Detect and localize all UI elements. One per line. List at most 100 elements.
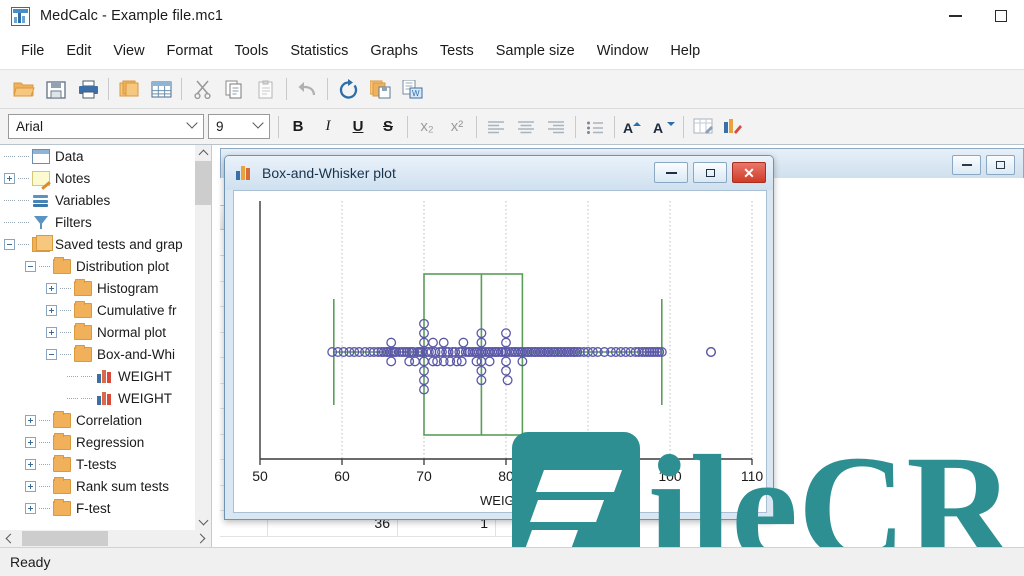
- align-left-icon[interactable]: [481, 113, 511, 141]
- open-folder-button[interactable]: [8, 74, 40, 104]
- save-button[interactable]: [40, 74, 72, 104]
- collapse-toggle[interactable]: [25, 260, 36, 272]
- menu-item-help[interactable]: Help: [659, 39, 711, 63]
- tree-item[interactable]: Cumulative fr: [0, 299, 196, 321]
- tree-item[interactable]: Data: [0, 145, 196, 167]
- refresh-button[interactable]: [332, 74, 364, 104]
- decrease-font-icon[interactable]: A: [649, 113, 679, 141]
- collapse-toggle[interactable]: [4, 238, 15, 250]
- menu-item-edit[interactable]: Edit: [55, 39, 102, 63]
- table-format-icon[interactable]: [688, 113, 718, 141]
- sidebar-vertical-scrollbar[interactable]: [195, 145, 211, 530]
- font-family-select[interactable]: Arial: [8, 114, 204, 139]
- expand-toggle[interactable]: [4, 172, 15, 184]
- tree-item[interactable]: Notes: [0, 167, 196, 189]
- menu-item-statistics[interactable]: Statistics: [279, 39, 359, 63]
- print-button[interactable]: [72, 74, 104, 104]
- menu-item-sample-size[interactable]: Sample size: [485, 39, 586, 63]
- scroll-up-button[interactable]: [195, 145, 211, 161]
- increase-font-icon[interactable]: A: [619, 113, 649, 141]
- tree-item[interactable]: Filters: [0, 211, 196, 233]
- menu-item-file[interactable]: File: [10, 39, 55, 63]
- tree-item[interactable]: Box-and-Whi: [0, 343, 196, 365]
- tree-item[interactable]: Rank sum tests: [0, 475, 196, 497]
- subscript-button[interactable]: x₂: [412, 113, 442, 141]
- tree-item[interactable]: WEIGHT: [0, 365, 196, 387]
- font-size-select[interactable]: 9: [208, 114, 270, 139]
- saved-items-tree[interactable]: Data Notes Variables Filters Saved tests and…: [0, 145, 196, 519]
- tree-item[interactable]: Regression: [0, 431, 196, 453]
- tree-item[interactable]: Saved tests and grap: [0, 233, 196, 255]
- expand-toggle[interactable]: [46, 282, 57, 294]
- scrollbar-thumb[interactable]: [195, 161, 211, 205]
- expand-toggle[interactable]: [46, 326, 57, 338]
- plot-canvas[interactable]: 50 60 70 80 90 100 110 WEIGHT: [233, 190, 767, 513]
- expand-toggle[interactable]: [25, 480, 36, 492]
- sheet-minimize-button[interactable]: [952, 155, 981, 175]
- box-and-whisker-plot-window[interactable]: Box-and-Whisker plot ✕ 50 60 70 80 90 100 110 W…: [224, 155, 774, 520]
- table-button[interactable]: [145, 74, 177, 104]
- align-center-icon[interactable]: [511, 113, 541, 141]
- tree-item[interactable]: T-tests: [0, 453, 196, 475]
- scroll-left-button[interactable]: [0, 530, 17, 547]
- undo-button[interactable]: [291, 74, 323, 104]
- sidebar-horizontal-scrollbar[interactable]: [0, 530, 212, 547]
- expand-toggle[interactable]: [25, 436, 36, 448]
- tree-connector: [81, 397, 92, 399]
- tree-connector: [18, 199, 29, 201]
- tree-item[interactable]: WEIGHT: [0, 387, 196, 409]
- expand-toggle[interactable]: [25, 414, 36, 426]
- paste-button[interactable]: [250, 74, 282, 104]
- tree-item[interactable]: Variables: [0, 189, 196, 211]
- tree-item[interactable]: Normal plot: [0, 321, 196, 343]
- tree-connector: [39, 507, 50, 509]
- cut-button[interactable]: [186, 74, 218, 104]
- expand-toggle[interactable]: [25, 502, 36, 514]
- scroll-down-button[interactable]: [195, 514, 211, 530]
- chart-format-icon[interactable]: [718, 113, 748, 141]
- italic-button[interactable]: I: [313, 113, 343, 141]
- menu-item-graphs[interactable]: Graphs: [359, 39, 429, 63]
- plot-window-titlebar[interactable]: Box-and-Whisker plot ✕: [225, 156, 773, 190]
- scroll-right-button[interactable]: [193, 530, 210, 547]
- window-minimize-button[interactable]: [932, 0, 978, 32]
- menu-item-tests[interactable]: Tests: [429, 39, 485, 63]
- expand-toggle[interactable]: [46, 304, 57, 316]
- x-axis-tick-label: 70: [416, 468, 432, 484]
- data-grid-icon: [32, 148, 50, 164]
- tree-item[interactable]: F-test: [0, 497, 196, 519]
- tree-item[interactable]: Histogram: [0, 277, 196, 299]
- plot-window-controls: ✕: [654, 162, 766, 183]
- copy-sheet-button[interactable]: [113, 74, 145, 104]
- superscript-button[interactable]: x²: [442, 113, 472, 141]
- bullet-list-icon[interactable]: [580, 113, 610, 141]
- export-word-button[interactable]: W: [396, 74, 428, 104]
- underline-button[interactable]: U: [343, 113, 373, 141]
- bold-button[interactable]: B: [283, 113, 313, 141]
- chevron-down-icon: [186, 116, 198, 129]
- tree-item[interactable]: Correlation: [0, 409, 196, 431]
- plot-close-button[interactable]: ✕: [732, 162, 766, 183]
- menu-item-format[interactable]: Format: [156, 39, 224, 63]
- plot-window-title: Box-and-Whisker plot: [262, 165, 396, 181]
- chevron-down-icon: [252, 116, 264, 129]
- expand-toggle[interactable]: [25, 458, 36, 470]
- sheet-restore-button[interactable]: [986, 155, 1015, 175]
- strikethrough-button[interactable]: S: [373, 113, 403, 141]
- tree-item-label: Regression: [76, 434, 145, 450]
- scrollbar-thumb[interactable]: [22, 531, 108, 546]
- tree-connector: [60, 353, 71, 355]
- collapse-toggle[interactable]: [46, 348, 57, 360]
- tree-item-label: Distribution plot: [76, 258, 170, 274]
- menu-item-view[interactable]: View: [102, 39, 155, 63]
- plot-minimize-button[interactable]: [654, 162, 688, 183]
- navigation-sidebar[interactable]: Data Notes Variables Filters Saved tests and…: [0, 145, 212, 530]
- menu-item-window[interactable]: Window: [586, 39, 660, 63]
- window-maximize-button[interactable]: [978, 0, 1024, 32]
- align-right-icon[interactable]: [541, 113, 571, 141]
- copy-button[interactable]: [218, 74, 250, 104]
- plot-restore-button[interactable]: [693, 162, 727, 183]
- tree-item[interactable]: Distribution plot: [0, 255, 196, 277]
- save-as-button[interactable]: [364, 74, 396, 104]
- menu-item-tools[interactable]: Tools: [223, 39, 279, 63]
